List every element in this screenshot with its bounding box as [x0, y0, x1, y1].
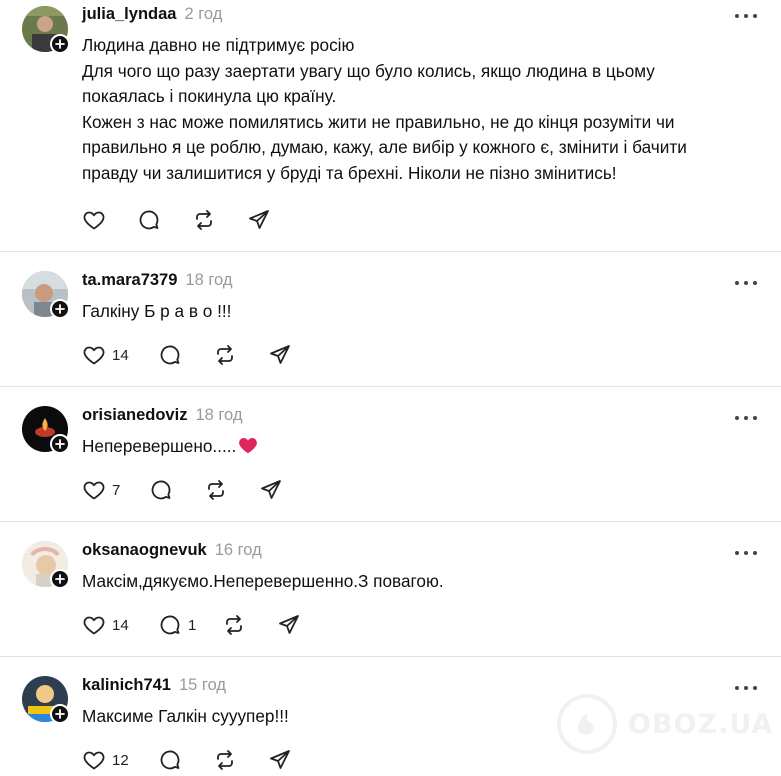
- action-bar: 12: [82, 747, 292, 773]
- action-bar: 7: [82, 477, 283, 503]
- more-dots-icon: [735, 551, 739, 555]
- follow-button[interactable]: [50, 434, 70, 454]
- follow-button[interactable]: [50, 569, 70, 589]
- like-button[interactable]: 14: [82, 613, 158, 637]
- comment-text: Неперевершено.....: [82, 434, 721, 462]
- speech-bubble-icon: [160, 345, 180, 365]
- watermark-logo-icon: [557, 694, 617, 754]
- timestamp: 2 год: [184, 5, 223, 23]
- reply-count: 1: [188, 616, 197, 634]
- reply-button[interactable]: [158, 343, 213, 367]
- reply-button[interactable]: [149, 478, 204, 502]
- comment-post: oksanaognevuk 16 год Максім,дякуємо.Непе…: [0, 522, 781, 657]
- heart-outline-icon: [83, 346, 105, 365]
- speech-bubble-icon: [151, 480, 171, 500]
- comment-text: Галкіну Б р а в о !!!: [82, 301, 232, 321]
- like-button[interactable]: 7: [82, 478, 149, 502]
- follow-button[interactable]: [50, 704, 70, 724]
- paper-plane-icon: [261, 480, 281, 499]
- like-count: 14: [112, 346, 129, 364]
- heart-outline-icon: [83, 481, 105, 500]
- heart-outline-icon: [83, 211, 105, 230]
- comment-text: Людина давно не підтримує росію Для чого…: [82, 35, 687, 183]
- username[interactable]: kalinich741: [82, 676, 171, 695]
- repost-arrows-icon: [217, 345, 233, 365]
- reply-button[interactable]: [158, 748, 213, 772]
- paper-plane-icon: [270, 345, 290, 364]
- plus-icon: [55, 39, 65, 49]
- repost-button[interactable]: [213, 748, 268, 772]
- paper-plane-icon: [249, 210, 269, 229]
- repost-arrows-icon: [217, 750, 233, 770]
- comment-post: ta.mara7379 18 год Галкіну Б р а в о !!!…: [0, 252, 781, 387]
- watermark: OBOZ.UA: [556, 693, 773, 755]
- share-button[interactable]: [268, 748, 292, 772]
- speech-bubble-icon: [160, 615, 180, 635]
- more-options-button[interactable]: [735, 276, 757, 290]
- comment-post: julia_lyndaa 2 год Людина давно не підтр…: [0, 0, 781, 252]
- more-options-button[interactable]: [735, 411, 757, 425]
- more-dots-icon: [735, 281, 739, 285]
- username[interactable]: orisianedoviz: [82, 406, 187, 425]
- share-button[interactable]: [277, 613, 301, 637]
- repost-arrows-icon: [196, 210, 212, 230]
- share-button[interactable]: [268, 343, 292, 367]
- like-button[interactable]: 12: [82, 748, 158, 772]
- reply-button[interactable]: [137, 208, 192, 232]
- repost-button[interactable]: [213, 343, 268, 367]
- heart-outline-icon: [83, 616, 105, 635]
- username[interactable]: ta.mara7379: [82, 271, 177, 290]
- plus-icon: [55, 439, 65, 449]
- follow-button[interactable]: [50, 34, 70, 54]
- repost-button[interactable]: [222, 613, 277, 637]
- more-dots-icon: [735, 14, 739, 18]
- plus-icon: [55, 574, 65, 584]
- username[interactable]: oksanaognevuk: [82, 541, 207, 560]
- like-count: 7: [112, 481, 121, 499]
- timestamp: 18 год: [185, 271, 233, 289]
- action-bar: [82, 207, 271, 233]
- red-heart-icon: [238, 436, 258, 462]
- follow-button[interactable]: [50, 299, 70, 319]
- plus-icon: [55, 304, 65, 314]
- more-dots-icon: [735, 416, 739, 420]
- watermark-text: OBOZ.UA: [628, 708, 774, 740]
- more-dots-icon: [735, 686, 739, 690]
- speech-bubble-icon: [139, 210, 159, 230]
- plus-icon: [55, 709, 65, 719]
- share-button[interactable]: [259, 478, 283, 502]
- like-button[interactable]: 14: [82, 343, 158, 367]
- more-options-button[interactable]: [735, 546, 757, 560]
- reply-button[interactable]: 1: [158, 613, 222, 637]
- repost-button[interactable]: [192, 208, 247, 232]
- like-count: 12: [112, 751, 129, 769]
- repost-arrows-icon: [208, 480, 224, 500]
- comment-text: Максім,дякуємо.Неперевершенно.З повагою.: [82, 571, 444, 591]
- timestamp: 15 год: [178, 676, 227, 694]
- paper-plane-icon: [279, 615, 299, 634]
- timestamp: 16 год: [214, 541, 262, 559]
- heart-outline-icon: [83, 751, 105, 770]
- repost-arrows-icon: [226, 615, 242, 635]
- comment-post: orisianedoviz 18 год Неперевершено..... …: [0, 387, 781, 522]
- like-count: 14: [112, 616, 129, 634]
- paper-plane-icon: [270, 750, 290, 769]
- comments-feed: julia_lyndaa 2 год Людина давно не підтр…: [0, 0, 781, 776]
- repost-button[interactable]: [204, 478, 259, 502]
- share-button[interactable]: [247, 208, 271, 232]
- action-bar: 14: [82, 342, 292, 368]
- speech-bubble-icon: [160, 750, 180, 770]
- action-bar: 14 1: [82, 612, 301, 638]
- username[interactable]: julia_lyndaa: [82, 5, 176, 24]
- like-button[interactable]: [82, 208, 137, 232]
- more-options-button[interactable]: [735, 9, 757, 23]
- timestamp: 18 год: [195, 406, 243, 424]
